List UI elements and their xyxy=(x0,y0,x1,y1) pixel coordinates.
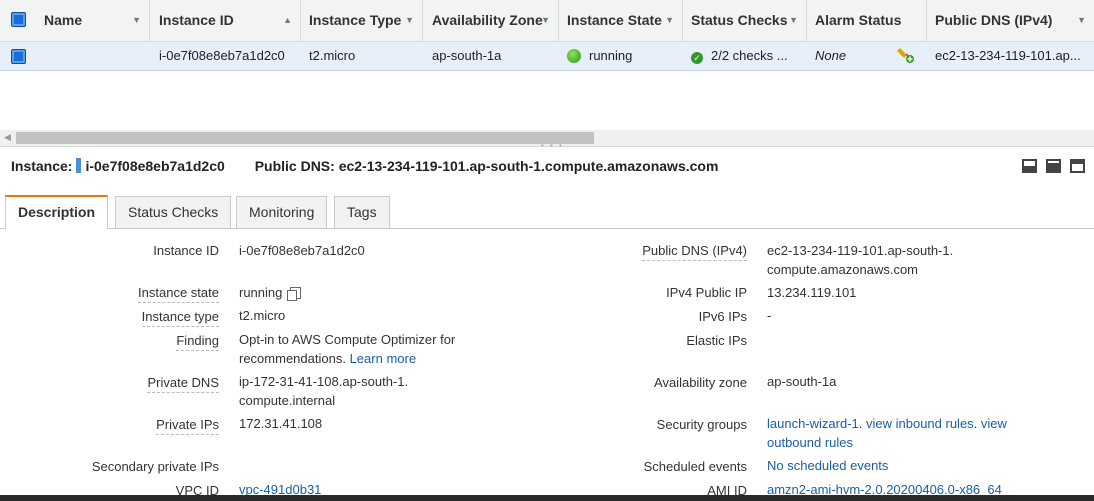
row-checkbox[interactable] xyxy=(11,49,26,64)
label-secondary-private-ips: Secondary private IPs xyxy=(91,459,219,474)
scroll-left-icon[interactable]: ◀ xyxy=(4,132,11,143)
sort-caret-icon: ▲ xyxy=(283,15,292,25)
sort-caret-icon: ▼ xyxy=(132,15,141,25)
value-private-dns: ip-172-31-41-108.ap-south-1.compute.inte… xyxy=(239,374,409,408)
detail-tabs: Description Status Checks Monitoring Tag… xyxy=(0,195,1094,230)
ec2-console: Name ▼ Instance ID ▲ Instance Type ▼ Ava… xyxy=(0,0,1094,501)
value-instance-id: i-0e7f08e8eb7a1d2c0 xyxy=(239,243,365,258)
row-instance-state: running xyxy=(559,42,683,70)
value-ipv4-public-ip: 13.234.119.101 xyxy=(767,285,857,300)
row-alarm-status: None xyxy=(815,48,847,63)
tab-monitoring[interactable]: Monitoring xyxy=(236,196,328,229)
value-private-ips: 172.31.41.108 xyxy=(239,416,323,431)
value-scheduled-events: No scheduled events xyxy=(767,456,888,475)
table-row[interactable]: i-0e7f08e8eb7a1d2c0 t2.micro ap-south-1a… xyxy=(0,42,1094,71)
detail-header: Instance: i-0e7f08e8eb7a1d2c0 Public DNS:… xyxy=(11,158,719,174)
value-security-groups: launch-wizard-1. view inbound rules. vie… xyxy=(767,416,1007,450)
column-header-availability-zone[interactable]: Availability Zone ▼ xyxy=(424,0,559,42)
label-availability-zone: Availability zone xyxy=(654,375,747,390)
tab-tags[interactable]: Tags xyxy=(334,196,390,229)
running-status-icon xyxy=(567,49,581,63)
label-security-groups: Security groups xyxy=(656,417,747,432)
label-instance-type: Instance type xyxy=(141,309,219,327)
label-public-dns: Public DNS (IPv4) xyxy=(642,243,747,261)
column-header-status-checks[interactable]: Status Checks ▼ xyxy=(683,0,807,42)
scheduled-events-link[interactable]: No scheduled events xyxy=(767,458,888,473)
panel-layout-half-icon[interactable] xyxy=(1046,159,1061,173)
label-instance-id: Instance ID xyxy=(153,243,219,258)
sort-caret-icon: ▼ xyxy=(789,15,798,25)
tab-description[interactable]: Description xyxy=(5,195,109,230)
column-header-public-dns[interactable]: Public DNS (IPv4) ▼ xyxy=(927,0,1094,42)
label-ipv6-ips: IPv6 IPs xyxy=(698,309,747,324)
view-inbound-rules-link[interactable]: view inbound rules xyxy=(866,416,974,431)
label-finding: Finding xyxy=(176,333,219,351)
instance-color-bar xyxy=(76,158,82,173)
value-instance-type: t2.micro xyxy=(239,308,286,323)
scrollbar-thumb[interactable] xyxy=(16,132,594,144)
value-ipv6-ips: - xyxy=(767,308,772,323)
row-instance-type: t2.micro xyxy=(309,48,356,63)
column-header-name[interactable]: Name ▼ xyxy=(36,0,150,42)
row-availability-zone: ap-south-1a xyxy=(432,48,502,63)
panel-splitter[interactable]: • • • xyxy=(0,141,1094,150)
label-elastic-ips: Elastic IPs xyxy=(686,333,747,348)
value-finding: Opt-in to AWS Compute Optimizer for reco… xyxy=(239,332,456,366)
table-header: Name ▼ Instance ID ▲ Instance Type ▼ Ava… xyxy=(0,0,1094,42)
check-circle-icon: ✓ xyxy=(691,52,703,64)
security-group-link[interactable]: launch-wizard-1 xyxy=(767,416,859,431)
bottom-bar xyxy=(0,495,1094,501)
row-status-checks[interactable]: ✓ 2/2 checks ... xyxy=(683,42,807,70)
column-header-instance-id[interactable]: Instance ID ▲ xyxy=(151,0,301,42)
column-header-instance-state[interactable]: Instance State ▼ xyxy=(559,0,683,42)
label-instance-state: Instance state xyxy=(138,285,219,303)
sort-caret-icon: ▼ xyxy=(1077,15,1086,25)
row-instance-id: i-0e7f08e8eb7a1d2c0 xyxy=(159,48,285,63)
label-private-dns: Private DNS xyxy=(147,375,219,393)
sort-caret-icon: ▼ xyxy=(665,15,674,25)
row-public-dns: ec2-13-234-119-101.ap... xyxy=(935,48,1081,63)
value-public-dns: ec2-13-234-119-101.ap-south-1.compute.am… xyxy=(767,243,954,277)
sort-caret-icon: ▼ xyxy=(541,15,550,25)
column-header-instance-type[interactable]: Instance Type ▼ xyxy=(301,0,423,42)
learn-more-link[interactable]: Learn more xyxy=(350,351,416,366)
tab-status-checks[interactable]: Status Checks xyxy=(115,196,232,229)
sort-caret-icon: ▼ xyxy=(405,15,414,25)
label-private-ips: Private IPs xyxy=(156,417,219,435)
alarm-bell-icon[interactable] xyxy=(893,42,923,70)
column-header-alarm-status[interactable]: Alarm Status xyxy=(807,0,927,42)
label-ipv4-public-ip: IPv4 Public IP xyxy=(666,285,747,300)
panel-layout-full-icon[interactable] xyxy=(1070,159,1085,173)
grip-icon[interactable]: • • • xyxy=(541,141,564,150)
copy-icon[interactable] xyxy=(287,287,302,301)
panel-layout-bottom-icon[interactable] xyxy=(1022,159,1037,173)
label-scheduled-events: Scheduled events xyxy=(643,459,747,474)
value-instance-state: running xyxy=(239,283,302,302)
value-availability-zone: ap-south-1a xyxy=(767,374,837,389)
select-all-checkbox[interactable] xyxy=(11,12,26,27)
